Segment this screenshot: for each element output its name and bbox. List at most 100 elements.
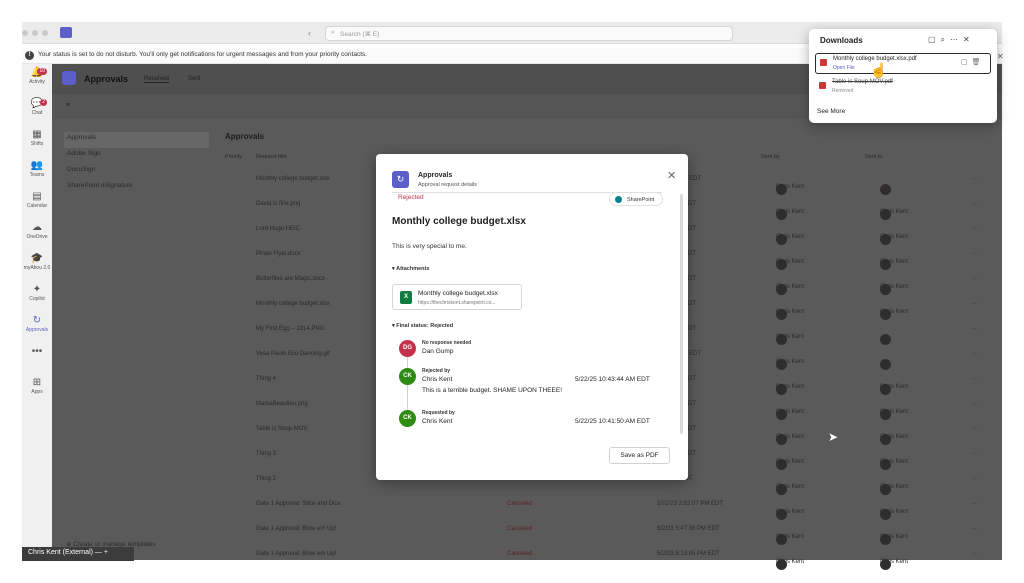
rail-myabou[interactable]: 🎓 myAbou 2.0 (22, 253, 52, 281)
attachment-name: Monthly college budget.xlsx (418, 290, 498, 297)
search-input[interactable]: ⌕ Search (⌘ E) (325, 26, 733, 41)
section-title: Approvals (225, 132, 265, 141)
tab-received[interactable]: Received (144, 76, 170, 83)
close-icon[interactable]: ✕ (667, 169, 676, 182)
sent-by-name: Chris Kent (776, 384, 805, 390)
rail-shifts[interactable]: ▦ Shifts (22, 129, 52, 157)
table-row[interactable]: Gate 1 Approval: Slice and Dice Canceled 1… (52, 493, 1002, 520)
sent-to-name: Chris Kent (880, 259, 909, 265)
dnd-banner-text: Your status is set to do not disturb. Yo… (38, 51, 368, 58)
row-more-icon[interactable]: ··· (972, 201, 978, 207)
row-title: Table is Soup.MOV (256, 426, 308, 432)
col-sent-to[interactable]: Sent to (865, 154, 882, 160)
row-more-icon[interactable]: ··· (972, 301, 978, 307)
rail-more[interactable]: ••• (22, 346, 52, 374)
rail-label: Apps (31, 389, 43, 395)
sent-to-name: Chris Kent (880, 434, 909, 440)
col-priority[interactable]: Priority (225, 154, 242, 160)
rail-label: Approvals (25, 327, 49, 333)
row-more-icon[interactable]: ··· (972, 401, 978, 407)
row-more-icon[interactable]: ··· (972, 326, 978, 332)
row-more-icon[interactable]: ··· (972, 526, 978, 532)
row-title: Monthly college budget.xlsx (256, 301, 330, 307)
attachment-url: https://thechriskent.sharepoint.co... (418, 300, 496, 306)
chat-badge: 2 (40, 99, 47, 106)
chat-icon: 💬 (30, 98, 44, 109)
row-more-icon[interactable]: ··· (972, 251, 978, 257)
sent-by-name: Chris Kent (776, 484, 805, 490)
row-more-icon[interactable]: ··· (972, 226, 978, 232)
approval-details-dialog: ↻ Approvals Approval request details ✕ R… (376, 154, 688, 480)
folder-trash-icons[interactable]: ▢🗑 (961, 58, 985, 66)
attachment-card[interactable]: X Monthly college budget.xlsx https://th… (392, 284, 522, 310)
sent-to-name: Chris Kent (880, 234, 909, 240)
downloads-panel: Downloads ▢⌕⋯✕ Monthly college budget.xl… (809, 29, 997, 123)
rail-copilot[interactable]: ✦ Copilot (22, 284, 52, 312)
nav-adobe-sign[interactable]: Adobe Sign (64, 148, 214, 164)
row-status: Canceled (507, 501, 533, 507)
dialog-scrollbar[interactable] (680, 194, 683, 434)
row-title: Thing 2 (256, 476, 277, 482)
row-title: Monthly college budget.xlsx (256, 176, 330, 182)
sent-to-name: Chris Kent (880, 209, 909, 215)
hamburger-icon[interactable]: ≡ (66, 102, 70, 109)
rail-chat[interactable]: 💬 2 Chat (22, 98, 52, 126)
rail-activity[interactable]: 🔔10Activity (22, 67, 52, 95)
table-row[interactable]: Gate 1 Approval: Blow em Up! Canceled 5/2/… (52, 543, 1002, 570)
downloads-title: Downloads (820, 36, 863, 45)
download-item[interactable]: Table is Soup.MOV.pdf Removed (815, 77, 991, 98)
row-more-icon[interactable]: ··· (972, 276, 978, 282)
row-title: Lord Hugo.HEIC (256, 226, 301, 232)
window-controls[interactable] (22, 30, 48, 36)
timeline-label: Rejected by (422, 368, 451, 374)
timeline-date: 5/22/25 10:41:50 AM EDT (575, 418, 650, 425)
row-more-icon[interactable]: ··· (972, 451, 978, 457)
downloads-toolbar[interactable]: ▢⌕⋯✕ (928, 35, 975, 45)
table-row[interactable]: Gate 1 Approval: Blow em Up! Canceled 5/2/… (52, 518, 1002, 545)
nav-approvals[interactable]: Approvals (64, 132, 209, 148)
attachments-header[interactable]: ▾ Attachments (392, 266, 429, 272)
row-more-icon[interactable]: ··· (972, 501, 978, 507)
row-more-icon[interactable]: ··· (972, 376, 978, 382)
save-as-pdf-button[interactable]: Save as PDF (609, 447, 670, 464)
copilot-icon: ✦ (32, 284, 42, 295)
row-title: David is fine.png (256, 201, 301, 207)
teams-icon: 👥 (30, 160, 44, 171)
sent-by-name: Chris Kent (776, 559, 805, 565)
download-item[interactable]: Monthly college budget.xlsx.pdf Open Fil… (815, 53, 991, 74)
tab-sent[interactable]: Sent (188, 76, 200, 82)
col-title[interactable]: Request title (256, 154, 287, 160)
final-status-header[interactable]: ▾ Final status: Rejected (392, 323, 453, 329)
account-status[interactable]: Chris Kent (External) — + (22, 547, 134, 561)
row-more-icon[interactable]: ··· (972, 476, 978, 482)
rail-onedrive[interactable]: ☁ OneDrive (22, 222, 52, 250)
close-icon[interactable]: ✕ (997, 52, 1004, 61)
sharepoint-source-pill[interactable]: SharePoint (609, 192, 663, 206)
col-sent-by[interactable]: Sent by (761, 154, 780, 160)
rail-apps[interactable]: ⊞ Apps (22, 377, 52, 405)
row-more-icon[interactable]: ··· (972, 551, 978, 557)
row-more-icon[interactable]: ··· (972, 176, 978, 182)
rail-label: OneDrive (26, 234, 48, 240)
sent-to-name: Chris Kent (880, 459, 909, 465)
sharepoint-icon (615, 196, 622, 203)
avatar: CK (399, 368, 416, 385)
sent-by-name: Chris Kent (776, 234, 805, 240)
rail-teams[interactable]: 👥 Teams (22, 160, 52, 188)
activity-badge: 10 (37, 68, 47, 75)
see-more-link[interactable]: See More (817, 108, 845, 115)
rail-approvals[interactable]: ↻ Approvals (22, 315, 52, 343)
open-file-link[interactable]: Open File (833, 65, 855, 71)
row-title: Butterflies are Magic.docx (256, 276, 326, 282)
hand-cursor-icon: ☝ (870, 62, 888, 78)
sent-by-name: Chris Kent (776, 284, 805, 290)
row-title: Gate 1 Approval: Slice and Dice (256, 501, 341, 507)
row-more-icon[interactable]: ··· (972, 351, 978, 357)
timeline-name: Chris Kent (422, 418, 453, 425)
sent-to-name: Chris Kent (880, 309, 909, 315)
row-more-icon[interactable]: ··· (972, 426, 978, 432)
rail-calendar[interactable]: ▤ Calendar (22, 191, 52, 219)
calendar-icon: ▤ (32, 191, 42, 202)
attachments-label: Attachments (396, 266, 430, 272)
final-status-label: Final status: Rejected (396, 323, 454, 329)
